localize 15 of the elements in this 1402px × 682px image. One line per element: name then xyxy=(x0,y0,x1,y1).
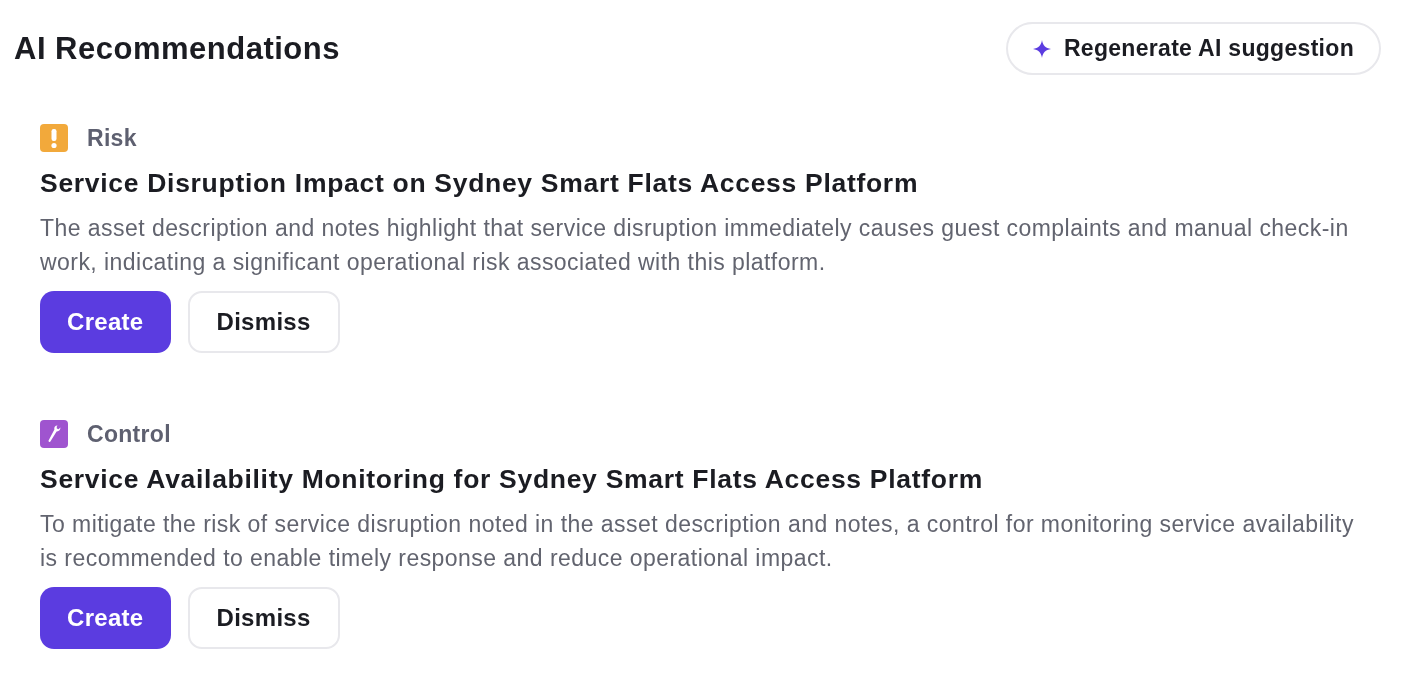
section-title: AI Recommendations xyxy=(14,30,340,67)
type-label: Risk xyxy=(87,124,137,152)
create-button[interactable]: Create xyxy=(40,291,171,353)
sparkle-icon xyxy=(1032,39,1051,58)
recommendation-title: Service Disruption Impact on Sydney Smart Flats Access Platform xyxy=(40,167,919,199)
create-button[interactable]: Create xyxy=(40,587,171,649)
warning-icon xyxy=(40,124,68,152)
recommendation-title: Service Availability Monitoring for Sydney Smart Flats Access Platform xyxy=(40,463,983,495)
dismiss-button[interactable]: Dismiss xyxy=(187,291,340,353)
recommendation-description: To mitigate the risk of service disruption noted in the asset description and notes, a control for monitoring service availability is recommended to enable timely response and reduce operational impact. xyxy=(40,510,1355,573)
wrench-icon xyxy=(40,420,68,448)
type-label: Control xyxy=(87,420,171,448)
regenerate-button[interactable]: Regenerate AI suggestion xyxy=(1005,22,1381,75)
recommendation-description: The asset description and notes highlight that service disruption immediately causes guest complaints and manual check-in work, indicating a significant operational risk associated with this platform. xyxy=(40,214,1350,277)
dismiss-button[interactable]: Dismiss xyxy=(187,587,340,649)
